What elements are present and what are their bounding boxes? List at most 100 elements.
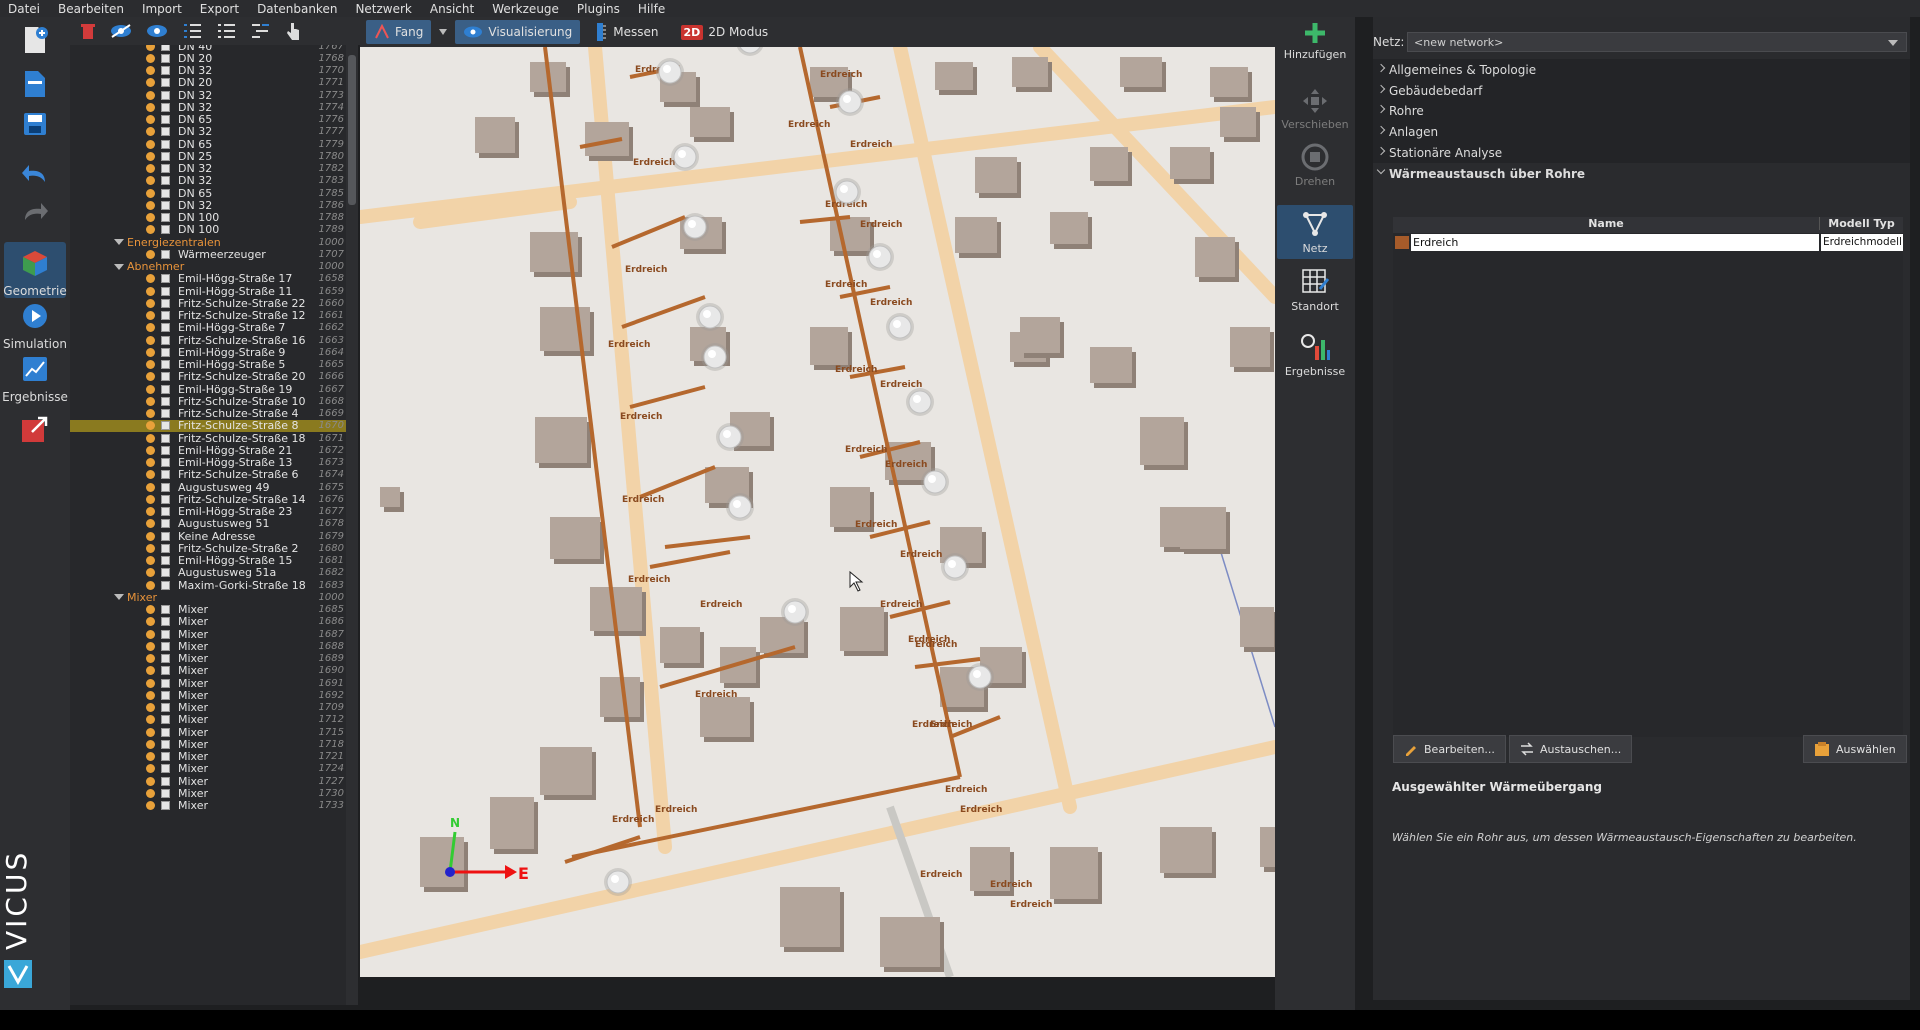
select-checkbox[interactable] <box>161 151 170 161</box>
section-header[interactable]: Gebäudebedarf <box>1373 79 1910 102</box>
section-header[interactable]: Allgemeines & Topologie <box>1373 59 1910 81</box>
section-header-open[interactable]: Wärmeaustausch über Rohre <box>1373 163 1910 185</box>
select-checkbox[interactable] <box>161 102 170 112</box>
select-checkbox[interactable] <box>161 605 170 614</box>
bulb-icon[interactable] <box>146 115 155 124</box>
select-checkbox[interactable] <box>161 45 170 51</box>
bulb-icon[interactable] <box>146 507 155 516</box>
select-checkbox[interactable] <box>161 654 170 663</box>
tree-item[interactable]: Wärmeerzeuger 1707 <box>70 248 346 261</box>
tree-item[interactable]: DN 65 1776 <box>70 113 346 126</box>
tree-item[interactable]: Emil-Högg-Straße 23 1677 <box>70 505 346 518</box>
select-checkbox[interactable] <box>161 788 170 798</box>
select-checkbox[interactable] <box>161 311 170 320</box>
bulb-icon[interactable] <box>146 739 155 749</box>
menu-item-8[interactable]: Plugins <box>577 2 620 16</box>
select-checkbox[interactable] <box>161 556 170 565</box>
select-checkbox[interactable] <box>161 78 170 88</box>
tree-item[interactable]: DN 32 1774 <box>70 101 346 114</box>
bulb-icon[interactable] <box>146 605 155 614</box>
tree-item[interactable]: Emil-Högg-Straße 9 1664 <box>70 346 346 359</box>
select-checkbox[interactable] <box>161 90 170 100</box>
bulb-icon[interactable] <box>146 629 155 639</box>
table-row[interactable]: Erdreich Erdreichmodell <box>1393 234 1903 251</box>
tree-item[interactable]: Fritz-Schulze-Straße 8 1670 <box>70 419 346 432</box>
tree-item[interactable]: Mixer 1687 <box>70 628 346 641</box>
expand-arrow-icon[interactable] <box>114 263 124 270</box>
fang-dropdown-button[interactable] <box>437 20 449 44</box>
new-file-button[interactable] <box>4 23 66 57</box>
bulb-icon[interactable] <box>146 225 155 235</box>
tree-item[interactable]: Emil-Högg-Straße 11 1659 <box>70 285 346 298</box>
row-type-cell[interactable]: Erdreichmodell <box>1821 234 1903 251</box>
bulb-icon[interactable] <box>146 274 155 284</box>
tree-item[interactable]: Mixer 1727 <box>70 775 346 788</box>
row-name-cell[interactable]: Erdreich <box>1411 234 1819 251</box>
select-checkbox[interactable] <box>161 396 170 406</box>
tree-item[interactable]: Fritz-Schulze-Straße 10 1668 <box>70 395 346 408</box>
tree-item[interactable]: Mixer 1712 <box>70 713 346 726</box>
delete-icon[interactable] <box>80 22 96 40</box>
menu-item-6[interactable]: Ansicht <box>430 2 474 16</box>
tree-item[interactable]: Emil-Högg-Straße 5 1665 <box>70 358 346 371</box>
open-file-button[interactable] <box>4 67 66 101</box>
bulb-icon[interactable] <box>146 654 155 663</box>
menu-item-9[interactable]: Hilfe <box>638 2 665 16</box>
select-checkbox[interactable] <box>161 274 170 284</box>
tree-item[interactable]: Emil-Högg-Straße 19 1667 <box>70 383 346 396</box>
section-header[interactable]: Stationäre Analyse <box>1373 141 1910 164</box>
tree-item[interactable]: Mixer 1724 <box>70 762 346 775</box>
select-checkbox[interactable] <box>161 543 170 553</box>
list-icon[interactable] <box>216 22 236 40</box>
tree-item[interactable]: Fritz-Schulze-Straße 14 1676 <box>70 493 346 506</box>
select-checkbox[interactable] <box>161 801 170 810</box>
tree-item[interactable]: DN 65 1779 <box>70 138 346 151</box>
bulb-icon[interactable] <box>146 531 155 541</box>
bulb-icon[interactable] <box>146 703 155 712</box>
bulb-icon[interactable] <box>146 678 155 688</box>
undo-button[interactable] <box>4 157 66 191</box>
2d-modus-button[interactable]: 2D 2D Modus <box>673 20 777 44</box>
select-checkbox[interactable] <box>161 127 170 137</box>
tree-item[interactable]: Mixer 1685 <box>70 603 346 616</box>
select-checkbox[interactable] <box>161 421 170 431</box>
tree-item[interactable]: Augustusweg 51a 1682 <box>70 566 346 579</box>
bulb-icon[interactable] <box>146 139 155 149</box>
bulb-icon[interactable] <box>146 127 155 137</box>
bulb-icon[interactable] <box>146 335 155 345</box>
tree-item[interactable]: Fritz-Schulze-Straße 4 1669 <box>70 407 346 420</box>
menu-item-2[interactable]: Import <box>142 2 182 16</box>
bulb-icon[interactable] <box>146 384 155 394</box>
tree-item[interactable]: Mixer 1689 <box>70 652 346 665</box>
select-checkbox[interactable] <box>161 53 170 63</box>
bulb-icon[interactable] <box>146 151 155 161</box>
select-checkbox[interactable] <box>161 678 170 688</box>
tree-item[interactable]: DN 20 1768 <box>70 52 346 65</box>
bulb-icon[interactable] <box>146 788 155 798</box>
select-checkbox[interactable] <box>161 470 170 480</box>
tree-item[interactable]: DN 32 1777 <box>70 125 346 138</box>
bulb-icon[interactable] <box>146 727 155 737</box>
tree-item[interactable]: Mixer 1715 <box>70 726 346 739</box>
select-checkbox[interactable] <box>161 568 170 578</box>
network-combobox[interactable]: <new network> <box>1407 32 1907 52</box>
ergebnisse-right-button[interactable]: Ergebnisse <box>1277 332 1353 378</box>
select-checkbox[interactable] <box>161 225 170 235</box>
network-scene[interactable]: ErdreichErdreichErdreichErdreichErdreich… <box>360 47 1275 977</box>
select-checkbox[interactable] <box>161 494 170 504</box>
select-checkbox[interactable] <box>161 66 170 75</box>
select-checkbox[interactable] <box>161 164 170 173</box>
export-button[interactable] <box>4 412 66 446</box>
bulb-icon[interactable] <box>146 580 155 590</box>
bulb-icon[interactable] <box>146 347 155 357</box>
select-checkbox[interactable] <box>161 409 170 418</box>
splitter[interactable] <box>1355 17 1373 1010</box>
select-checkbox[interactable] <box>161 433 170 443</box>
menu-item-1[interactable]: Bearbeiten <box>58 2 124 16</box>
bulb-icon[interactable] <box>146 298 155 308</box>
pointer-hand-icon[interactable] <box>284 21 302 41</box>
expand-arrow-icon[interactable] <box>114 239 124 245</box>
select-checkbox[interactable] <box>161 666 170 676</box>
tree-item[interactable]: DN 32 1770 <box>70 64 346 77</box>
standort-button[interactable]: Standort <box>1277 267 1353 313</box>
